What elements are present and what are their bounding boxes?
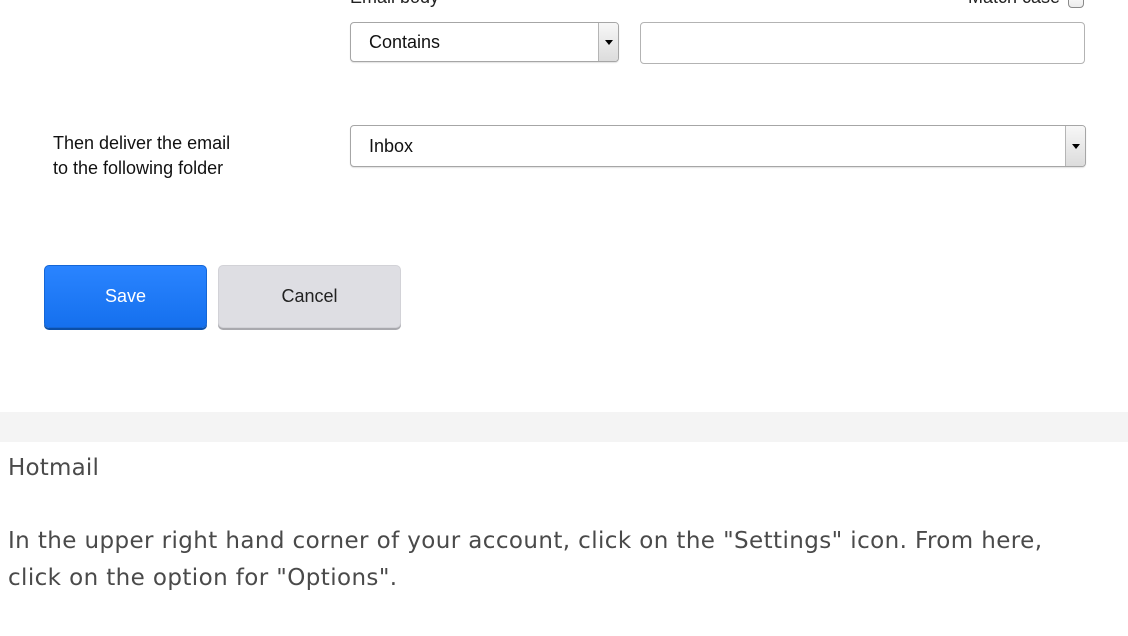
article-heading: Hotmail xyxy=(8,455,100,481)
cancel-button[interactable]: Cancel xyxy=(218,265,401,328)
condition-select-value: Contains xyxy=(369,31,441,52)
deliver-folder-label: Then deliver the email to the following … xyxy=(53,131,230,181)
filter-form-panel: Email body Match case Contains Then deli… xyxy=(0,0,1128,412)
chevron-down-icon[interactable] xyxy=(598,23,618,61)
folder-select-value: Inbox xyxy=(369,135,414,156)
folder-select[interactable]: Inbox xyxy=(350,125,1086,167)
deliver-label-line1: Then deliver the email xyxy=(53,133,231,153)
section-divider xyxy=(0,412,1128,442)
condition-select[interactable]: Contains xyxy=(350,22,619,62)
chevron-down-icon[interactable] xyxy=(1065,126,1085,166)
email-body-label: Email body xyxy=(350,0,439,8)
save-button[interactable]: Save xyxy=(44,265,207,328)
match-case-option[interactable]: Match case xyxy=(968,0,1084,8)
article-section: Hotmail In the upper right hand corner o… xyxy=(8,448,1108,597)
match-case-label: Match case xyxy=(968,0,1060,8)
condition-text-input[interactable] xyxy=(640,22,1085,64)
deliver-label-line2: to the following folder xyxy=(53,158,224,178)
match-case-checkbox[interactable] xyxy=(1068,0,1084,8)
article-body: In the upper right hand corner of your a… xyxy=(8,528,1043,591)
